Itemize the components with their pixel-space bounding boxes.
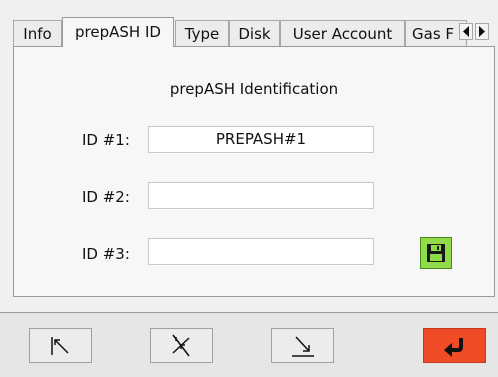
tab-scroll-right-button[interactable] (475, 23, 489, 40)
id-2-input[interactable] (148, 182, 374, 209)
tab-gas-label: Gas F (412, 25, 455, 43)
collapse-button[interactable] (150, 328, 213, 363)
tab-info-label: Info (23, 25, 52, 43)
tab-type[interactable]: Type (175, 20, 229, 46)
id-3-label: ID #3: (82, 245, 130, 263)
tab-disk[interactable]: Disk (229, 20, 280, 46)
identification-panel: prepASH Identification ID #1: PREPASH#1 … (13, 46, 495, 297)
floppy-disk-icon (427, 244, 445, 262)
triangle-right-icon (479, 26, 485, 37)
return-arrow-icon (444, 338, 463, 357)
tab-user-account-label: User Account (292, 25, 393, 43)
tab-user-account[interactable]: User Account (280, 20, 405, 46)
id-1-label: ID #1: (82, 131, 130, 149)
tab-info[interactable]: Info (13, 20, 62, 46)
save-button[interactable] (420, 237, 452, 269)
tab-prepash-id[interactable]: prepASH ID (62, 17, 174, 47)
confirm-button[interactable] (423, 328, 486, 363)
triangle-left-icon (463, 26, 469, 37)
id-1-input[interactable]: PREPASH#1 (148, 126, 374, 153)
tab-prepash-id-label: prepASH ID (75, 23, 161, 41)
section-title: prepASH Identification (169, 80, 339, 98)
tab-type-label: Type (184, 25, 220, 43)
id-2-label: ID #2: (82, 188, 130, 206)
tab-scroll-left-button[interactable] (459, 23, 473, 40)
navigate-up-left-button[interactable] (29, 328, 92, 363)
id-3-input[interactable] (148, 238, 374, 265)
navigate-down-right-button[interactable] (271, 328, 334, 363)
tab-disk-label: Disk (238, 25, 271, 43)
bottom-toolbar (0, 312, 498, 377)
arrow-down-right-icon (292, 336, 314, 357)
tab-gas[interactable]: Gas F (405, 20, 467, 46)
tab-strip: Info prepASH ID Type Disk User Account G… (13, 17, 495, 47)
arrow-up-left-icon (51, 337, 69, 355)
arrows-converge-icon (172, 334, 190, 357)
